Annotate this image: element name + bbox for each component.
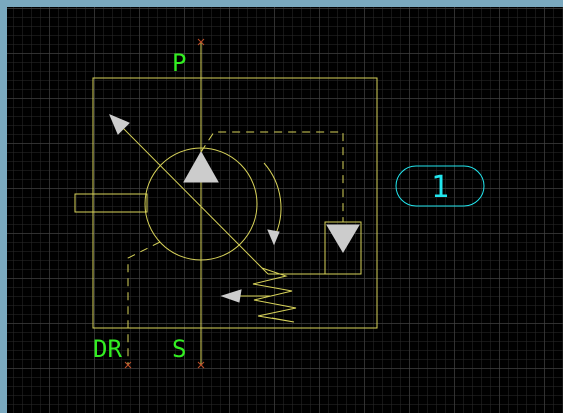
variable-displacement-line[interactable]: [119, 124, 269, 275]
drive-shaft[interactable]: [74, 193, 148, 213]
rotation-arc[interactable]: [263, 162, 282, 239]
enclosure-rectangle[interactable]: [92, 77, 378, 329]
hydraulic-pump-symbol: P S DR 1: [74, 38, 485, 369]
flow-direction-arrowhead: [183, 150, 219, 183]
drain-line-dashed[interactable]: [127, 241, 161, 365]
compensator-arrowhead: [326, 224, 360, 253]
pilot-line-dashed[interactable]: [200, 131, 344, 222]
port-label-p[interactable]: P: [172, 49, 186, 77]
spring-adjust-arrowhead: [220, 289, 242, 303]
port-label-s[interactable]: S: [172, 335, 186, 363]
adjustable-spring[interactable]: [252, 267, 297, 323]
rotation-arrowhead: [267, 229, 280, 246]
item-balloon-number: 1: [431, 170, 449, 205]
port-label-dr[interactable]: DR: [93, 335, 122, 363]
